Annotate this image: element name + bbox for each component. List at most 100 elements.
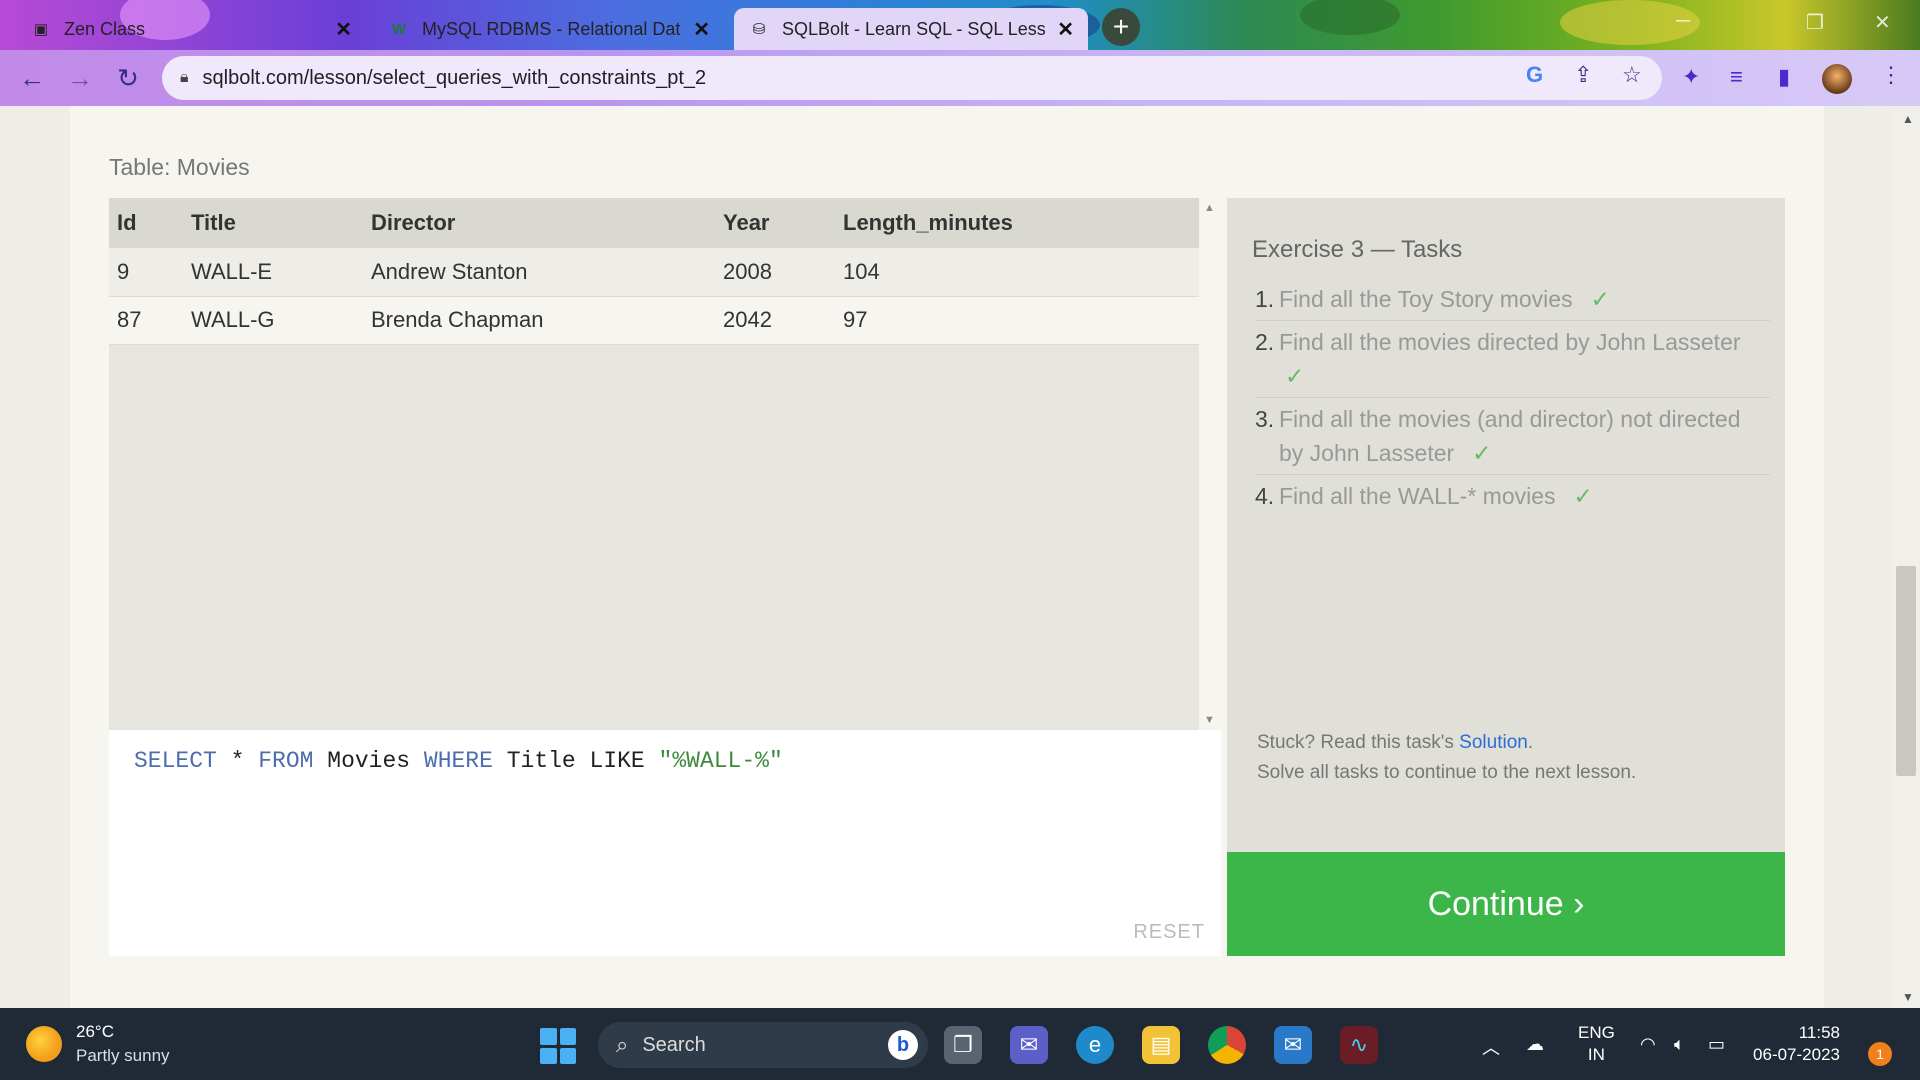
- teams-chat-icon[interactable]: ✉: [1010, 1026, 1048, 1064]
- minimize-icon[interactable]: ─: [1676, 10, 1690, 33]
- new-tab-button[interactable]: +: [1102, 8, 1140, 46]
- clock[interactable]: 11:58 06-07-2023: [1750, 1022, 1840, 1066]
- tab-zen-class[interactable]: ▣ Zen Class ✕: [16, 8, 366, 50]
- cell-title: WALL-G: [183, 296, 363, 345]
- tab-sqlbolt[interactable]: ⛁ SQLBolt - Learn SQL - SQL Lesso ✕: [734, 8, 1088, 50]
- tab-title: MySQL RDBMS - Relational Data: [422, 18, 682, 39]
- sql-query[interactable]: SELECT * FROM Movies WHERE Title LIKE "%…: [134, 748, 783, 774]
- page-viewport: Table: Movies Id Title Director Year Len…: [0, 106, 1920, 1008]
- lesson-content: Table: Movies Id Title Director Year Len…: [70, 106, 1824, 1008]
- results-table: Id Title Director Year Length_minutes 9 …: [109, 198, 1199, 730]
- results-scrollbar[interactable]: ▲ ▼: [1199, 198, 1221, 730]
- scroll-up-icon[interactable]: ▲: [1204, 202, 1215, 214]
- language-indicator[interactable]: ENG IN: [1578, 1022, 1615, 1066]
- edge-icon[interactable]: e: [1076, 1026, 1114, 1064]
- task-number: 2.: [1255, 329, 1275, 355]
- check-icon: ✓: [1590, 286, 1610, 312]
- google-icon[interactable]: G: [1526, 62, 1543, 88]
- continue-button[interactable]: Continue ›: [1227, 852, 1785, 956]
- taskbar-search[interactable]: ⌕ Search b: [598, 1022, 928, 1068]
- close-icon[interactable]: ✕: [335, 17, 352, 42]
- chevron-up-icon[interactable]: ︿: [1482, 1034, 1500, 1060]
- wifi-icon[interactable]: ◠: [1640, 1034, 1656, 1055]
- check-icon: ✓: [1472, 440, 1492, 466]
- address-bar: ← → ↻ 🔒︎ sqlbolt.com/lesson/select_queri…: [0, 50, 1920, 106]
- cell-id: 87: [109, 296, 183, 345]
- page-scroll-down-icon[interactable]: ▼: [1902, 990, 1914, 1004]
- task-text: Find all the WALL-* movies: [1279, 483, 1556, 509]
- table-row: 87 WALL-G Brenda Chapman 2042 97: [109, 296, 1199, 345]
- solution-link[interactable]: Solution: [1459, 732, 1528, 753]
- check-icon: ✓: [1285, 363, 1305, 389]
- search-icon: ⌕: [616, 1032, 629, 1057]
- sql-keyword: WHERE: [423, 748, 493, 774]
- bookmark-star-icon[interactable]: ☆: [1622, 62, 1642, 88]
- tab-mysql-rdbms[interactable]: W MySQL RDBMS - Relational Data ✕: [374, 8, 724, 50]
- table-row: 9 WALL-E Andrew Stanton 2008 104: [109, 248, 1199, 297]
- file-explorer-icon[interactable]: ▤: [1142, 1026, 1180, 1064]
- side-panel-icon[interactable]: ▮: [1778, 64, 1790, 90]
- cell-length: 104: [835, 248, 1199, 297]
- check-icon: ✓: [1573, 483, 1593, 509]
- forward-icon[interactable]: →: [64, 62, 96, 94]
- tasks-panel: Exercise 3 — Tasks 1. Find all the Toy S…: [1227, 198, 1785, 852]
- weather-icon[interactable]: [26, 1026, 62, 1062]
- page-scrollbar-thumb[interactable]: [1896, 566, 1916, 776]
- mail-icon[interactable]: ✉: [1274, 1026, 1312, 1064]
- notification-badge[interactable]: 1: [1868, 1042, 1892, 1066]
- hint-line-2: Solve all tasks to continue to the next …: [1257, 762, 1637, 783]
- sql-text: *: [216, 748, 259, 774]
- audio-app-icon[interactable]: ∿: [1340, 1026, 1378, 1064]
- avatar[interactable]: [1822, 64, 1852, 94]
- volume-icon[interactable]: 🔈︎: [1674, 1034, 1685, 1055]
- window-close-icon[interactable]: ✕: [1874, 10, 1891, 35]
- column-header: Id: [109, 198, 183, 248]
- page-scroll-up-icon[interactable]: ▲: [1902, 112, 1914, 126]
- share-icon[interactable]: ⇪: [1574, 62, 1592, 88]
- cell-year: 2008: [715, 248, 835, 297]
- chrome-icon[interactable]: [1208, 1026, 1246, 1064]
- task-number: 3.: [1255, 406, 1275, 432]
- tab-title: SQLBolt - Learn SQL - SQL Lesso: [782, 18, 1046, 39]
- task-item: 3. Find all the movies (and director) no…: [1255, 398, 1770, 475]
- bing-icon[interactable]: b: [888, 1030, 918, 1060]
- sql-text: Movies: [313, 748, 424, 774]
- reload-icon[interactable]: ↻: [112, 62, 144, 94]
- reset-button[interactable]: RESET: [1133, 921, 1205, 944]
- table-header-row: Id Title Director Year Length_minutes: [109, 198, 1199, 248]
- hint-suffix: .: [1527, 732, 1534, 753]
- table-caption: Table: Movies: [109, 154, 250, 180]
- task-number: 4.: [1255, 483, 1275, 509]
- battery-icon[interactable]: ▭: [1708, 1034, 1725, 1055]
- sql-keyword: SELECT: [134, 748, 217, 774]
- close-icon[interactable]: ✕: [693, 17, 710, 42]
- database-icon: ⛁: [752, 21, 766, 38]
- task-view-icon[interactable]: ❐: [944, 1026, 982, 1064]
- more-menu-icon[interactable]: ⋮: [1880, 62, 1902, 88]
- cell-director: Andrew Stanton: [363, 248, 715, 297]
- onedrive-icon[interactable]: ☁: [1526, 1034, 1544, 1055]
- zen-class-icon: ▣: [33, 21, 49, 38]
- reading-list-icon[interactable]: ≡: [1730, 64, 1743, 90]
- task-item: 4. Find all the WALL-* movies ✓: [1255, 475, 1770, 517]
- wallpaper-blob: [1300, 0, 1400, 35]
- sql-editor[interactable]: SELECT * FROM Movies WHERE Title LIKE "%…: [109, 730, 1221, 956]
- search-placeholder: Search: [642, 1033, 706, 1056]
- task-number: 1.: [1255, 286, 1275, 312]
- cell-length: 97: [835, 296, 1199, 345]
- column-header: Title: [183, 198, 363, 248]
- page-scrollbar[interactable]: [1894, 106, 1920, 1008]
- back-icon[interactable]: ←: [16, 62, 48, 94]
- browser-tab-strip: ▣ Zen Class ✕ W MySQL RDBMS - Relational…: [0, 0, 1920, 50]
- extensions-icon[interactable]: ✦: [1682, 64, 1700, 90]
- windows-start-icon[interactable]: [540, 1028, 576, 1064]
- scroll-down-icon[interactable]: ▼: [1204, 714, 1215, 726]
- url-field[interactable]: 🔒︎ sqlbolt.com/lesson/select_queries_wit…: [162, 56, 1662, 100]
- column-header: Length_minutes: [835, 198, 1199, 248]
- url-text: sqlbolt.com/lesson/select_queries_with_c…: [202, 66, 707, 89]
- weather-temperature[interactable]: 26°C: [76, 1022, 114, 1042]
- close-icon[interactable]: ✕: [1057, 17, 1074, 42]
- restore-icon[interactable]: ❐: [1806, 10, 1824, 35]
- task-text: Find all the movies directed by John Las…: [1279, 329, 1741, 355]
- weather-description[interactable]: Partly sunny: [76, 1046, 170, 1066]
